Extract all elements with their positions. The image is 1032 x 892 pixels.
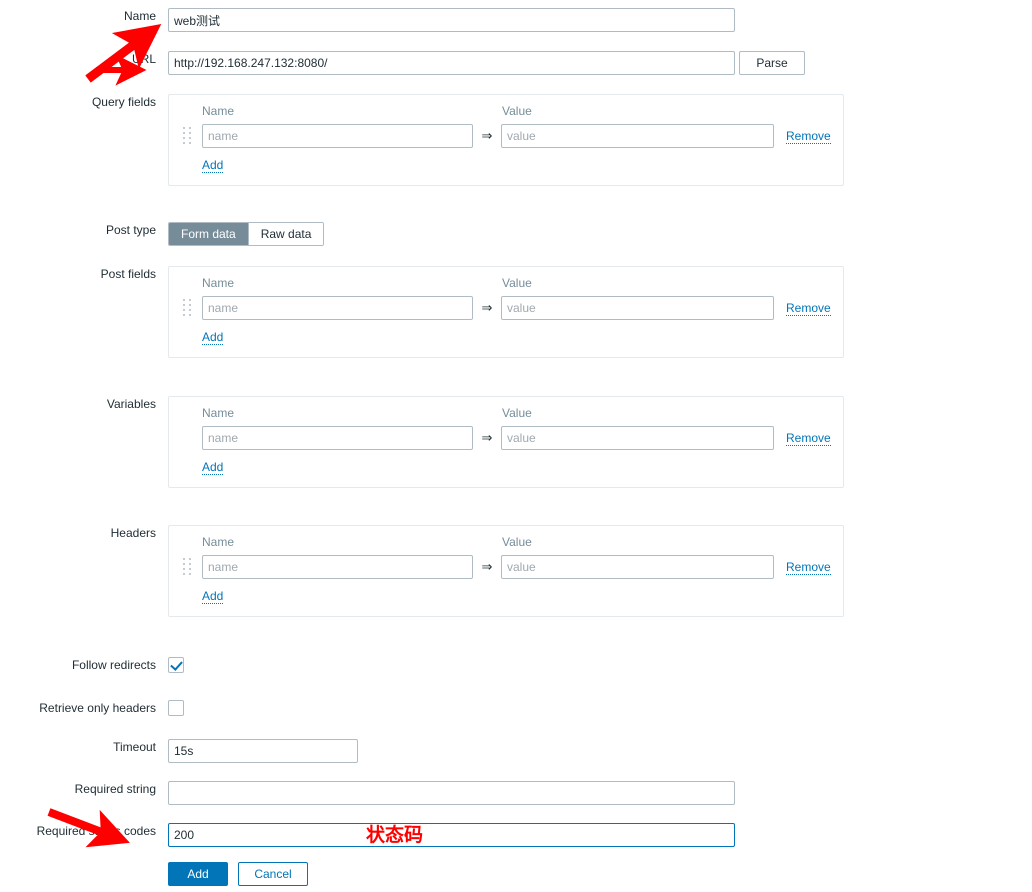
row-post-fields: Post fields Name Value ⇒ Remove Add: [0, 266, 1032, 358]
post-type-segmented-control: Form data Raw data: [168, 222, 325, 246]
cancel-button[interactable]: Cancel: [238, 862, 308, 886]
post-field-value-input[interactable]: [501, 296, 774, 320]
post-fields-add-link[interactable]: Add: [202, 330, 224, 345]
post-fields-row: ⇒ Remove: [181, 296, 831, 320]
variable-remove-link[interactable]: Remove: [786, 431, 831, 446]
headers-header: Name Value: [181, 535, 831, 549]
query-fields-header-value: Value: [502, 104, 532, 118]
post-field-remove-link[interactable]: Remove: [786, 301, 831, 316]
drag-handle-icon[interactable]: [181, 127, 194, 145]
row-headers: Headers Name Value ⇒ Remove Add: [0, 525, 1032, 617]
row-required-status-codes: Required status codes: [0, 823, 1032, 847]
label-retrieve-only-headers: Retrieve only headers: [39, 701, 156, 715]
row-name: Name: [0, 8, 1032, 32]
row-variables: Variables Name Value ⇒ Remove Add: [0, 396, 1032, 488]
maps-to-arrow-icon: ⇒: [481, 128, 493, 143]
label-post-fields: Post fields: [100, 267, 156, 281]
row-actions: Add Cancel: [0, 862, 1032, 886]
query-fields-add-link[interactable]: Add: [202, 158, 224, 173]
query-fields-header-name: Name: [202, 104, 235, 118]
variables-header-name: Name: [202, 406, 235, 420]
label-post-type: Post type: [105, 223, 156, 237]
row-url: URL Parse: [0, 51, 1032, 75]
post-fields-header-value: Value: [502, 276, 532, 290]
query-field-value-input[interactable]: [501, 124, 774, 148]
required-status-codes-input[interactable]: [168, 823, 735, 847]
label-query-fields: Query fields: [91, 95, 156, 109]
parse-button[interactable]: Parse: [739, 51, 805, 75]
label-url: URL: [131, 52, 156, 66]
row-retrieve-only-headers: Retrieve only headers: [0, 700, 1032, 719]
variables-add-link[interactable]: Add: [202, 460, 224, 475]
header-value-input[interactable]: [501, 555, 774, 579]
variables-header-value: Value: [502, 406, 532, 420]
row-query-fields: Query fields Name Value ⇒ Remove Add: [0, 94, 1032, 186]
label-required-status-codes: Required status codes: [36, 824, 156, 838]
variables-row: ⇒ Remove: [181, 426, 831, 450]
variable-value-input[interactable]: [501, 426, 774, 450]
post-fields-header: Name Value: [181, 276, 831, 290]
timeout-input[interactable]: [168, 739, 358, 763]
headers-row: ⇒ Remove: [181, 555, 831, 579]
post-type-option-form-data[interactable]: Form data: [169, 223, 249, 245]
add-button[interactable]: Add: [168, 862, 228, 886]
header-remove-link[interactable]: Remove: [786, 560, 831, 575]
query-field-remove-link[interactable]: Remove: [786, 129, 831, 144]
post-field-name-input[interactable]: [202, 296, 473, 320]
label-required-string: Required string: [74, 782, 156, 796]
headers-header-value: Value: [502, 535, 532, 549]
row-follow-redirects: Follow redirects: [0, 657, 1032, 676]
label-name: Name: [123, 9, 156, 23]
headers-box: Name Value ⇒ Remove Add: [168, 525, 844, 617]
row-required-string: Required string: [0, 781, 1032, 805]
query-field-name-input[interactable]: [202, 124, 473, 148]
maps-to-arrow-icon: ⇒: [481, 300, 493, 315]
label-variables: Variables: [106, 397, 156, 411]
label-timeout: Timeout: [113, 740, 156, 754]
row-timeout: Timeout: [0, 739, 1032, 763]
variables-header: Name Value: [181, 406, 831, 420]
drag-handle-icon[interactable]: [181, 299, 194, 317]
post-fields-box: Name Value ⇒ Remove Add: [168, 266, 844, 358]
variables-box: Name Value ⇒ Remove Add: [168, 396, 844, 488]
drag-handle-icon[interactable]: [181, 558, 194, 576]
post-type-option-raw-data[interactable]: Raw data: [248, 223, 324, 245]
header-name-input[interactable]: [202, 555, 473, 579]
retrieve-only-headers-checkbox[interactable]: [168, 700, 184, 716]
post-fields-header-name: Name: [202, 276, 235, 290]
query-fields-header: Name Value: [181, 104, 831, 118]
label-follow-redirects: Follow redirects: [71, 658, 156, 672]
query-fields-box: Name Value ⇒ Remove Add: [168, 94, 844, 186]
name-input[interactable]: [168, 8, 735, 32]
url-input[interactable]: [168, 51, 735, 75]
maps-to-arrow-icon: ⇒: [481, 559, 493, 574]
label-headers: Headers: [110, 526, 156, 540]
headers-add-link[interactable]: Add: [202, 589, 224, 604]
query-fields-row: ⇒ Remove: [181, 124, 831, 148]
variable-name-input[interactable]: [202, 426, 473, 450]
required-string-input[interactable]: [168, 781, 735, 805]
row-post-type: Post type Form data Raw data: [0, 222, 1032, 246]
follow-redirects-checkbox[interactable]: [168, 657, 184, 673]
headers-header-name: Name: [202, 535, 235, 549]
maps-to-arrow-icon: ⇒: [481, 430, 493, 445]
